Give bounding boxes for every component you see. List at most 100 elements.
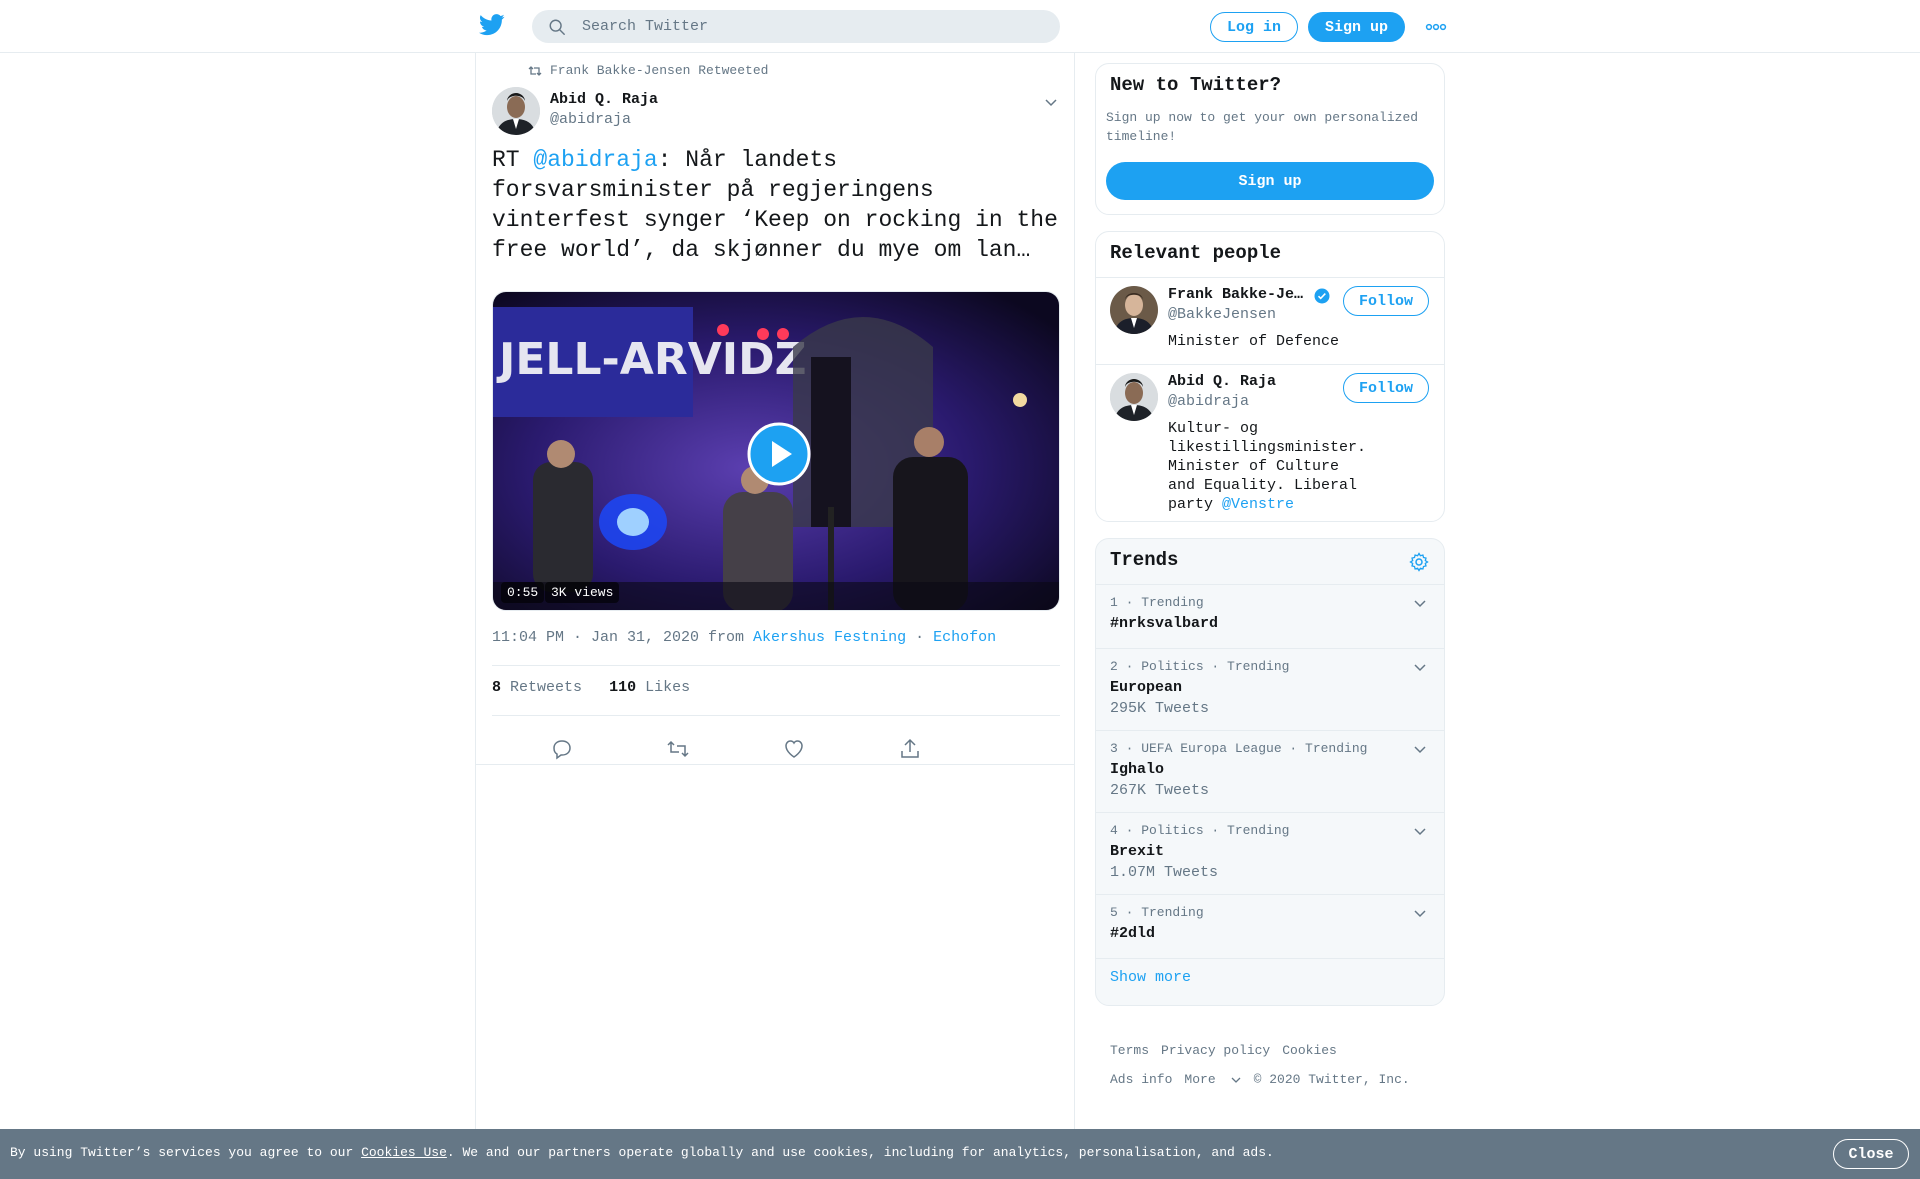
copyright-text: © 2020 Twitter, Inc. (1253, 1072, 1410, 1087)
chevron-down-icon[interactable] (1412, 905, 1428, 921)
privacy-link[interactable]: Privacy policy (1161, 1043, 1270, 1058)
share-icon[interactable] (898, 737, 922, 761)
like-icon[interactable] (782, 737, 806, 761)
gear-icon[interactable] (1409, 552, 1429, 572)
author-avatar-image (492, 87, 540, 135)
cookie-text: By using Twitter’s services you agree to… (10, 1145, 1274, 1160)
trend-item[interactable]: 3 · UEFA Europa League · Trending Ighalo… (1096, 731, 1444, 813)
location-link[interactable]: Akershus Festning (753, 629, 906, 646)
person-bio: Minister of Defence (1168, 333, 1340, 350)
chevron-down-icon[interactable] (1412, 659, 1428, 675)
retweets-count[interactable]: 8 (492, 679, 501, 696)
chevron-down-icon (1231, 1077, 1241, 1083)
trend-name[interactable]: European (1110, 679, 1182, 696)
relevant-people-card: Relevant people Frank Bakke-Jensen @Bakk… (1095, 231, 1445, 522)
verified-badge-icon (1314, 288, 1330, 304)
source-link[interactable]: Echofon (933, 629, 996, 646)
retweeted-by-label[interactable]: Frank Bakke-Jensen Retweeted (550, 63, 768, 78)
trends-header: Trends (1096, 539, 1444, 585)
follow-button[interactable]: Follow (1343, 286, 1429, 316)
person-avatar-image (1110, 373, 1158, 421)
author-name[interactable]: Abid Q. Raja (550, 91, 658, 108)
login-button[interactable]: Log in (1210, 12, 1298, 42)
trend-context: 5 · Trending (1110, 905, 1204, 920)
cookies-use-link[interactable]: Cookies Use (361, 1145, 447, 1160)
video-player[interactable]: JELL-ARVIDZ 0:55 3K views (492, 291, 1060, 611)
chevron-down-icon[interactable] (1412, 595, 1428, 611)
avatar[interactable] (1110, 286, 1158, 334)
person-handle[interactable]: @BakkeJensen (1168, 306, 1276, 323)
tweet-mention-link[interactable]: @abidraja (533, 147, 657, 173)
follow-button[interactable]: Follow (1343, 373, 1429, 403)
tweet-text-prefix: RT (492, 147, 534, 173)
trend-context: 1 · Trending (1110, 595, 1204, 610)
bio-mention-link[interactable]: @Venstre (1222, 496, 1294, 513)
trend-item[interactable]: 1 · Trending #nrksvalbard (1096, 585, 1444, 649)
signup-card: New to Twitter? Sign up now to get your … (1095, 63, 1445, 215)
show-more-link[interactable]: Show more (1110, 969, 1191, 986)
sidebar-signup-button[interactable]: Sign up (1106, 162, 1434, 200)
ads-info-link[interactable]: Ads info (1110, 1072, 1172, 1087)
twitter-logo-icon[interactable] (479, 14, 505, 36)
likes-label[interactable]: Likes (645, 679, 690, 696)
terms-link[interactable]: Terms (1110, 1043, 1149, 1058)
divider (476, 764, 1074, 765)
relevant-people-header: Relevant people (1096, 232, 1444, 278)
trend-context: 3 · UEFA Europa League · Trending (1110, 741, 1368, 756)
close-button[interactable]: Close (1833, 1139, 1909, 1169)
chevron-down-icon[interactable] (1412, 823, 1428, 839)
tweet-actions (492, 729, 1060, 769)
trend-name[interactable]: Brexit (1110, 843, 1164, 860)
author-handle[interactable]: @abidraja (550, 111, 631, 128)
retweets-label[interactable]: Retweets (510, 679, 582, 696)
cookie-banner: By using Twitter’s services you agree to… (0, 1129, 1920, 1179)
trend-item[interactable]: 4 · Politics · Trending Brexit 1.07M Twe… (1096, 813, 1444, 895)
trend-name[interactable]: #nrksvalbard (1110, 615, 1218, 632)
person-handle[interactable]: @abidraja (1168, 393, 1249, 410)
sidebar-footer: Terms Privacy policy Cookies Ads info More ©… (1110, 1036, 1440, 1094)
chevron-down-icon[interactable] (1412, 741, 1428, 757)
trends-card: Trends 1 · Trending #nrksvalbard 2 · Pol… (1095, 538, 1445, 1006)
tweet-stats: 8 Retweets 110 Likes (492, 679, 690, 696)
tweet-column: Frank Bakke-Jensen Retweeted Abid Q. Raj… (475, 53, 1075, 1129)
more-options-icon[interactable] (1425, 22, 1447, 32)
trend-item[interactable]: 2 · Politics · Trending European 295K Tw… (1096, 649, 1444, 731)
tweet-timestamp[interactable]: 11:04 PM · Jan 31, 2020 from (492, 629, 753, 646)
trends-title: Trends (1110, 549, 1179, 571)
retweet-context: Frank Bakke-Jensen Retweeted (528, 63, 768, 78)
video-views: 3K views (545, 582, 620, 603)
trend-count: 1.07M Tweets (1110, 864, 1219, 881)
person-item[interactable]: Frank Bakke-Jensen @BakkeJensen Minister… (1096, 278, 1444, 364)
more-menu[interactable]: More (1184, 1065, 1241, 1094)
signup-card-title: New to Twitter? (1110, 74, 1282, 96)
relevant-people-title: Relevant people (1110, 242, 1282, 264)
likes-count[interactable]: 110 (609, 679, 636, 696)
trend-name[interactable]: #2dld (1110, 925, 1155, 942)
reply-icon[interactable] (550, 737, 574, 761)
person-item[interactable]: Abid Q. Raja @abidraja Kultur- og likest… (1096, 365, 1444, 521)
svg-text:JELL-ARVIDZ: JELL-ARVIDZ (496, 334, 807, 385)
meta-separator: · (906, 629, 934, 646)
trend-context: 2 · Politics · Trending (1110, 659, 1290, 674)
video-duration: 0:55 (501, 582, 545, 603)
cookie-text-after: . We and our partners operate globally a… (446, 1145, 1274, 1160)
trend-name[interactable]: Ighalo (1110, 761, 1164, 778)
more-label: More (1184, 1072, 1216, 1087)
cookies-link[interactable]: Cookies (1282, 1043, 1337, 1058)
retweet-small-icon (528, 65, 542, 76)
person-name[interactable]: Frank Bakke-Jensen (1168, 286, 1308, 303)
avatar[interactable] (492, 87, 540, 135)
retweet-icon[interactable] (666, 737, 690, 761)
play-icon[interactable] (747, 422, 811, 486)
trend-count: 267K Tweets (1110, 782, 1210, 799)
chevron-down-icon[interactable] (1042, 93, 1060, 111)
avatar[interactable] (1110, 373, 1158, 421)
signup-button[interactable]: Sign up (1308, 12, 1405, 42)
person-bio: Kultur- og likestillingsminister. Minist… (1168, 419, 1368, 514)
trend-context: 4 · Politics · Trending (1110, 823, 1290, 838)
person-name[interactable]: Abid Q. Raja (1168, 373, 1308, 390)
search-input[interactable] (582, 10, 1042, 43)
trend-item[interactable]: 5 · Trending #2dld (1096, 895, 1444, 959)
person-avatar-image (1110, 286, 1158, 334)
divider (492, 715, 1060, 716)
